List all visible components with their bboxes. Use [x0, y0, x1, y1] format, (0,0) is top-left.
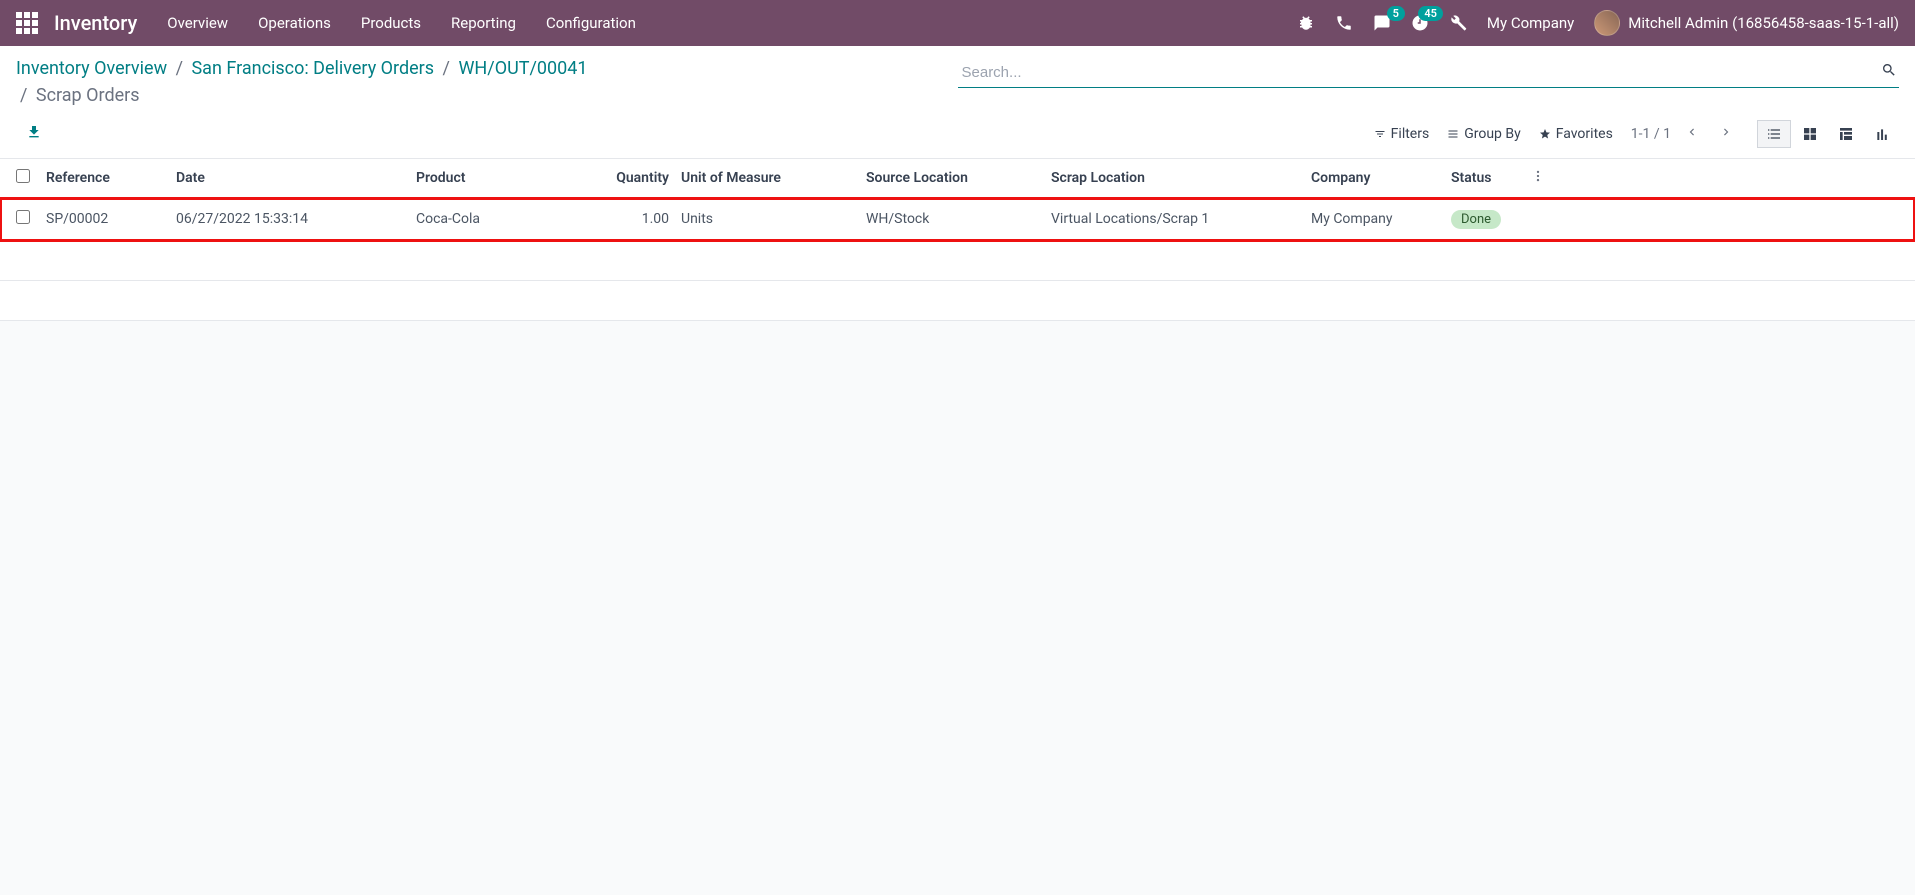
- phone-icon[interactable]: [1335, 14, 1353, 32]
- view-graph[interactable]: [1865, 120, 1899, 148]
- nav-operations[interactable]: Operations: [258, 14, 331, 32]
- favorites-button[interactable]: Favorites: [1539, 126, 1613, 142]
- pager-next[interactable]: [1713, 121, 1739, 147]
- export-icon[interactable]: [26, 124, 42, 144]
- table-row[interactable]: SP/00002 06/27/2022 15:33:14 Coca-Cola 1…: [0, 198, 1915, 241]
- col-date[interactable]: Date: [176, 170, 416, 186]
- select-all-checkbox[interactable]: [16, 169, 30, 183]
- cell-date: 06/27/2022 15:33:14: [176, 211, 416, 227]
- table-header: Reference Date Product Quantity Unit of …: [0, 159, 1915, 198]
- activities-icon[interactable]: 45: [1411, 14, 1429, 32]
- company-selector[interactable]: My Company: [1487, 14, 1574, 32]
- groupby-button[interactable]: Group By: [1447, 126, 1521, 142]
- search-input[interactable]: [958, 58, 1900, 88]
- tools-icon[interactable]: [1449, 14, 1467, 32]
- control-panel: Inventory Overview / San Francisco: Deli…: [0, 46, 1915, 159]
- view-kanban[interactable]: [1793, 120, 1827, 148]
- bug-icon[interactable]: [1297, 14, 1315, 32]
- col-uom[interactable]: Unit of Measure: [681, 170, 866, 186]
- cell-reference: SP/00002: [46, 211, 176, 227]
- breadcrumb-1[interactable]: Inventory Overview: [16, 58, 167, 79]
- top-navbar: Inventory Overview Operations Products R…: [0, 0, 1915, 46]
- pager: 1-1 / 1: [1631, 121, 1739, 147]
- nav-menu: Overview Operations Products Reporting C…: [167, 14, 636, 32]
- avatar: [1594, 10, 1620, 36]
- messages-badge: 5: [1387, 6, 1405, 21]
- nav-configuration[interactable]: Configuration: [546, 14, 636, 32]
- breadcrumb: Inventory Overview / San Francisco: Deli…: [16, 58, 588, 106]
- user-menu[interactable]: Mitchell Admin (16856458-saas-15-1-all): [1594, 10, 1899, 36]
- col-product[interactable]: Product: [416, 170, 601, 186]
- cell-status: Done: [1451, 211, 1531, 227]
- nav-products[interactable]: Products: [361, 14, 421, 32]
- messages-icon[interactable]: 5: [1373, 14, 1391, 32]
- breadcrumb-3[interactable]: WH/OUT/00041: [458, 58, 587, 79]
- apps-icon[interactable]: [16, 12, 38, 34]
- row-checkbox[interactable]: [16, 210, 30, 224]
- cell-source: WH/Stock: [866, 211, 1051, 227]
- user-name: Mitchell Admin (16856458-saas-15-1-all): [1628, 14, 1899, 32]
- activities-badge: 45: [1418, 6, 1443, 21]
- breadcrumb-2[interactable]: San Francisco: Delivery Orders: [191, 58, 434, 79]
- search-container: [958, 58, 1900, 88]
- search-icon[interactable]: [1881, 62, 1897, 82]
- pager-text[interactable]: 1-1 / 1: [1631, 126, 1671, 142]
- cell-scrap: Virtual Locations/Scrap 1: [1051, 211, 1311, 227]
- nav-reporting[interactable]: Reporting: [451, 14, 516, 32]
- col-reference[interactable]: Reference: [46, 170, 176, 186]
- col-scrap[interactable]: Scrap Location: [1051, 170, 1311, 186]
- view-switcher: [1757, 120, 1899, 148]
- cell-quantity: 1.00: [601, 211, 681, 227]
- view-list[interactable]: [1757, 120, 1791, 148]
- col-source[interactable]: Source Location: [866, 170, 1051, 186]
- column-options[interactable]: [1531, 169, 1551, 187]
- cell-uom: Units: [681, 211, 866, 227]
- list-view: Reference Date Product Quantity Unit of …: [0, 159, 1915, 241]
- status-badge: Done: [1451, 210, 1501, 229]
- cell-company: My Company: [1311, 211, 1451, 227]
- col-quantity[interactable]: Quantity: [601, 170, 681, 186]
- nav-overview[interactable]: Overview: [167, 14, 228, 32]
- breadcrumb-current: Scrap Orders: [36, 85, 140, 106]
- cell-product: Coca-Cola: [416, 211, 601, 227]
- table-footer: [0, 241, 1915, 281]
- col-status[interactable]: Status: [1451, 170, 1531, 186]
- table-footer-2: [0, 281, 1915, 321]
- app-brand[interactable]: Inventory: [54, 11, 137, 35]
- col-company[interactable]: Company: [1311, 170, 1451, 186]
- view-pivot[interactable]: [1829, 120, 1863, 148]
- pager-prev[interactable]: [1679, 121, 1705, 147]
- filters-button[interactable]: Filters: [1374, 126, 1430, 142]
